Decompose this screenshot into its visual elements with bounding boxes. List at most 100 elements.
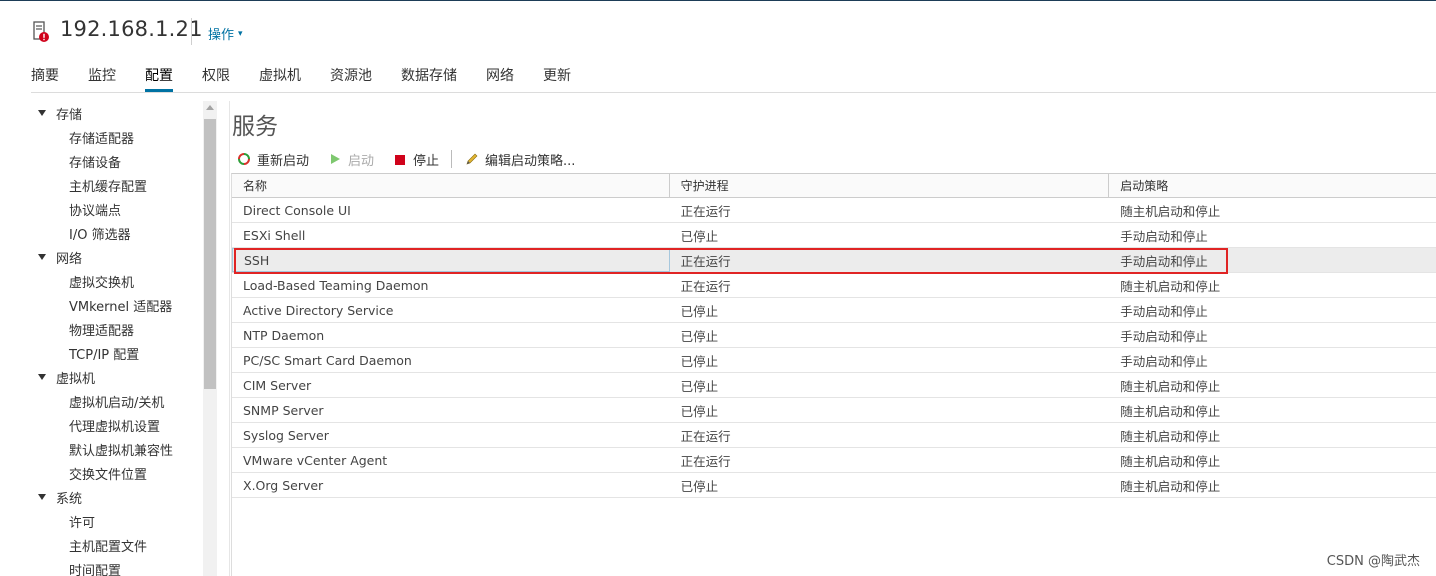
tab-vms[interactable]: 虚拟机 [259, 63, 301, 92]
tree-item-storage-adapters[interactable]: 存储适配器 [31, 125, 203, 149]
edit-startup-policy-button[interactable]: 编辑启动策略... [464, 150, 575, 169]
service-name-cell: Active Directory Service [243, 302, 394, 318]
tab-datastores[interactable]: 数据存储 [401, 63, 457, 92]
tree-group-label: 系统 [56, 491, 83, 507]
tree-item-agent-vm-settings[interactable]: 代理虚拟机设置 [31, 413, 203, 437]
header-divider [191, 18, 192, 45]
scrollbar-thumb[interactable] [204, 119, 216, 389]
service-name-cell: NTP Daemon [243, 327, 325, 343]
startup-policy-cell: 随主机启动和停止 [1120, 378, 1221, 394]
sidebar-scrollbar[interactable] [203, 101, 217, 576]
tree-item-protocol-endpoints[interactable]: 协议端点 [31, 197, 203, 221]
startup-policy-cell: 手动启动和停止 [1120, 353, 1208, 369]
caret-down-icon[interactable] [38, 254, 46, 260]
tree-group-label: 存储 [56, 107, 83, 123]
host-title: 192.168.1.21 [60, 17, 203, 41]
tree-group-network[interactable]: 网络 [31, 245, 203, 269]
tab-bar-border [31, 92, 1436, 93]
tree-item-vm-startup-shutdown[interactable]: 虚拟机启动/关机 [31, 389, 203, 413]
tree-item-default-vm-compat[interactable]: 默认虚拟机兼容性 [31, 437, 203, 461]
daemon-status-cell: 正在运行 [680, 453, 731, 469]
stop-label: 停止 [413, 153, 440, 169]
content-divider [229, 101, 230, 576]
startup-policy-cell: 手动启动和停止 [1120, 228, 1208, 244]
table-row[interactable]: Direct Console UI 正在运行 随主机启动和停止 [232, 198, 1436, 223]
tab-networks[interactable]: 网络 [486, 63, 514, 92]
caret-down-icon[interactable] [38, 494, 46, 500]
service-name-cell: CIM Server [243, 377, 312, 393]
caret-down-icon[interactable] [38, 374, 46, 380]
table-header: 名称 守护进程 启动策略 [232, 174, 1436, 198]
actions-menu-button[interactable]: 操作 ▾ [208, 24, 243, 43]
config-tree: 存储 存储适配器 存储设备 主机缓存配置 协议端点 I/O 筛选器 网络 虚拟交… [31, 101, 203, 576]
table-row[interactable]: VMware vCenter Agent 正在运行 随主机启动和停止 [232, 448, 1436, 473]
tree-item-tcpip-config[interactable]: TCP/IP 配置 [31, 341, 203, 365]
tab-updates[interactable]: 更新 [543, 63, 571, 92]
daemon-status-cell: 已停止 [680, 303, 719, 319]
tree-group-system[interactable]: 系统 [31, 485, 203, 509]
services-toolbar: 重新启动 启动 停止 编辑启动策略... [236, 148, 593, 170]
column-header-name[interactable]: 名称 [232, 174, 670, 197]
stop-button[interactable]: 停止 [392, 150, 439, 169]
daemon-status-cell: 正在运行 [680, 253, 731, 269]
column-header-daemon[interactable]: 守护进程 [670, 174, 1110, 197]
table-row[interactable]: ESXi Shell 已停止 手动启动和停止 [232, 223, 1436, 248]
table-row[interactable]: CIM Server 已停止 随主机启动和停止 [232, 373, 1436, 398]
tab-resource-pools[interactable]: 资源池 [330, 63, 372, 92]
table-row[interactable]: Syslog Server 正在运行 随主机启动和停止 [232, 423, 1436, 448]
start-label: 启动 [348, 153, 375, 169]
table-row[interactable]: SNMP Server 已停止 随主机启动和停止 [232, 398, 1436, 423]
table-row[interactable]: SSH 正在运行 手动启动和停止 [232, 248, 1436, 273]
table-row[interactable]: Active Directory Service 已停止 手动启动和停止 [232, 298, 1436, 323]
tree-item-io-filters[interactable]: I/O 筛选器 [31, 221, 203, 245]
service-name-cell: ESXi Shell [243, 227, 306, 243]
tab-monitor[interactable]: 监控 [88, 63, 116, 92]
tree-item-swap-file-location[interactable]: 交换文件位置 [31, 461, 203, 485]
caret-down-icon[interactable] [38, 110, 46, 116]
tree-item-time-config[interactable]: 时间配置 [31, 557, 203, 576]
startup-policy-cell: 随主机启动和停止 [1120, 278, 1221, 294]
startup-policy-cell: 随主机启动和停止 [1120, 203, 1221, 219]
service-name-cell: SNMP Server [243, 402, 324, 418]
tree-group-storage[interactable]: 存储 [31, 101, 203, 125]
tree-item-vmkernel-adapters[interactable]: VMkernel 适配器 [31, 293, 203, 317]
play-icon [327, 151, 343, 167]
services-table: 名称 守护进程 启动策略 Direct Console UI 正在运行 随主机启动和… [231, 173, 1436, 576]
tree-item-host-cache[interactable]: 主机缓存配置 [31, 173, 203, 197]
tree-item-licensing[interactable]: 许可 [31, 509, 203, 533]
startup-policy-cell: 手动启动和停止 [1120, 303, 1208, 319]
service-name-cell: SSH [232, 248, 670, 272]
startup-policy-cell: 手动启动和停止 [1120, 253, 1208, 269]
restart-button[interactable]: 重新启动 [236, 150, 309, 169]
tree-item-physical-adapters[interactable]: 物理适配器 [31, 317, 203, 341]
tree-group-vm[interactable]: 虚拟机 [31, 365, 203, 389]
service-name-cell: X.Org Server [243, 477, 324, 493]
service-name-cell: Load-Based Teaming Daemon [243, 277, 429, 293]
table-row[interactable]: NTP Daemon 已停止 手动启动和停止 [232, 323, 1436, 348]
tree-item-host-profile[interactable]: 主机配置文件 [31, 533, 203, 557]
daemon-status-cell: 已停止 [680, 378, 719, 394]
chevron-down-icon: ▾ [238, 28, 243, 39]
service-name-cell: VMware vCenter Agent [243, 452, 388, 468]
startup-policy-cell: 随主机启动和停止 [1120, 428, 1221, 444]
column-header-startup-policy[interactable]: 启动策略 [1109, 174, 1436, 197]
toolbar-separator [451, 150, 453, 168]
start-button[interactable]: 启动 [327, 150, 374, 169]
tree-item-virtual-switches[interactable]: 虚拟交换机 [31, 269, 203, 293]
tab-configure[interactable]: 配置 [145, 63, 173, 92]
host-warning-icon [33, 21, 49, 43]
daemon-status-cell: 已停止 [680, 228, 719, 244]
table-row[interactable]: PC/SC Smart Card Daemon 已停止 手动启动和停止 [232, 348, 1436, 373]
stop-icon [392, 151, 408, 167]
tab-summary[interactable]: 摘要 [31, 63, 59, 92]
edit-startup-policy-label: 编辑启动策略... [485, 153, 576, 169]
daemon-status-cell: 正在运行 [680, 203, 731, 219]
scroll-up-icon[interactable] [206, 105, 214, 110]
table-row[interactable]: Load-Based Teaming Daemon 正在运行 随主机启动和停止 [232, 273, 1436, 298]
tab-permissions[interactable]: 权限 [202, 63, 230, 92]
tree-item-storage-devices[interactable]: 存储设备 [31, 149, 203, 173]
table-row[interactable]: X.Org Server 已停止 随主机启动和停止 [232, 473, 1436, 498]
restart-icon [236, 151, 252, 167]
service-name-cell: PC/SC Smart Card Daemon [243, 352, 412, 368]
daemon-status-cell: 已停止 [680, 353, 719, 369]
